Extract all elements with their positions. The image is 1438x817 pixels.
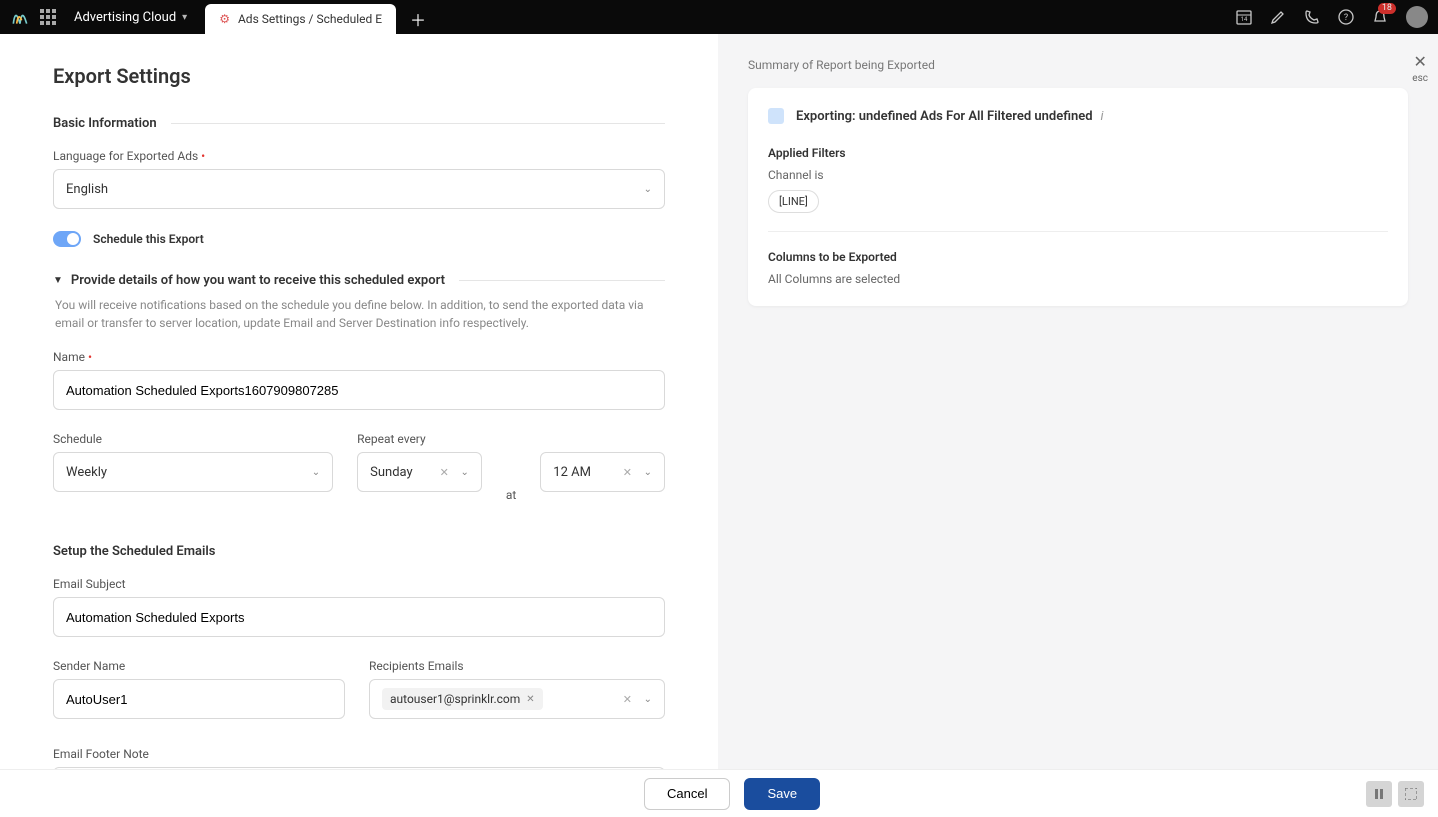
chevron-down-icon: ⌄ bbox=[644, 694, 652, 705]
topbar-right: 14 ? 18 bbox=[1236, 6, 1428, 28]
schedule-label: Schedule bbox=[53, 432, 333, 446]
save-button[interactable]: Save bbox=[744, 778, 820, 810]
apps-grid-icon[interactable] bbox=[40, 9, 56, 25]
chevron-down-icon: ▾ bbox=[182, 12, 187, 23]
repeat-day-select[interactable]: Sunday ✕ ⌄ bbox=[357, 452, 482, 492]
language-select[interactable]: English ⌄ bbox=[53, 169, 665, 209]
recipient-chip: autouser1@sprinklr.com ✕ bbox=[382, 688, 543, 710]
repeat-time-spacer bbox=[540, 432, 665, 446]
filter-chip-channel: [LINE] bbox=[768, 190, 819, 213]
platform-dropdown-label: Advertising Cloud bbox=[74, 10, 176, 25]
name-label: Name bbox=[53, 350, 665, 364]
notification-badge: 18 bbox=[1378, 3, 1396, 14]
divider bbox=[768, 231, 1388, 232]
screenshot-icon[interactable] bbox=[1398, 781, 1424, 807]
chevron-down-icon: ⌄ bbox=[644, 467, 652, 478]
chevron-down-icon: ⌄ bbox=[460, 467, 468, 478]
section-scheduled-emails: Setup the Scheduled Emails bbox=[53, 544, 665, 559]
svg-text:?: ? bbox=[1344, 13, 1348, 23]
footer: Cancel Save bbox=[0, 769, 1438, 817]
email-subject-input[interactable] bbox=[53, 597, 665, 637]
schedule-value: Weekly bbox=[66, 465, 107, 480]
section-basic-info: Basic Information bbox=[53, 116, 665, 131]
name-input[interactable] bbox=[53, 370, 665, 410]
schedule-details-header[interactable]: ▼ Provide details of how you want to rec… bbox=[53, 273, 665, 288]
language-value: English bbox=[66, 182, 108, 197]
user-avatar[interactable] bbox=[1406, 6, 1428, 28]
repeat-label: Repeat every bbox=[357, 432, 482, 446]
notifications-icon[interactable]: 18 bbox=[1372, 9, 1388, 25]
edit-icon[interactable] bbox=[1270, 9, 1286, 25]
close-esc-label: esc bbox=[1412, 73, 1428, 84]
caret-down-icon: ▼ bbox=[53, 275, 63, 286]
clear-icon[interactable]: ✕ bbox=[440, 466, 449, 479]
language-label: Language for Exported Ads bbox=[53, 149, 665, 163]
gear-icon: ⚙ bbox=[219, 12, 230, 26]
calendar-icon[interactable]: 14 bbox=[1236, 9, 1252, 25]
summary-panel: ✕ esc Summary of Report being Exported E… bbox=[718, 34, 1438, 769]
schedule-select[interactable]: Weekly ⌄ bbox=[53, 452, 333, 492]
footer-note-label: Email Footer Note bbox=[53, 747, 665, 761]
svg-text:14: 14 bbox=[1241, 16, 1248, 23]
sender-name-input[interactable] bbox=[53, 679, 345, 719]
columns-text: All Columns are selected bbox=[768, 272, 1388, 286]
topbar: Advertising Cloud ▾ ⚙ Ads Settings / Sch… bbox=[0, 0, 1438, 34]
cancel-button[interactable]: Cancel bbox=[644, 778, 730, 810]
platform-dropdown[interactable]: Advertising Cloud ▾ bbox=[74, 10, 187, 25]
help-icon[interactable]: ? bbox=[1338, 9, 1354, 25]
exporting-text: Exporting: undefined Ads For All Filtere… bbox=[796, 109, 1093, 124]
export-settings-panel: Export Settings Basic Information Langua… bbox=[0, 34, 718, 769]
tab-ads-settings[interactable]: ⚙ Ads Settings / Scheduled E bbox=[205, 4, 396, 34]
phone-icon[interactable] bbox=[1304, 9, 1320, 25]
repeat-time-value: 12 AM bbox=[553, 465, 591, 480]
applied-filters-heading: Applied Filters bbox=[768, 146, 1388, 160]
repeat-time-select[interactable]: 12 AM ✕ ⌄ bbox=[540, 452, 665, 492]
repeat-day-value: Sunday bbox=[370, 465, 413, 480]
recipient-email: autouser1@sprinklr.com bbox=[390, 692, 520, 706]
info-icon[interactable]: i bbox=[1101, 109, 1104, 124]
app-logo bbox=[10, 7, 30, 27]
close-icon: ✕ bbox=[1413, 52, 1426, 71]
chevron-down-icon: ⌄ bbox=[312, 467, 320, 478]
tab-label: Ads Settings / Scheduled E bbox=[238, 12, 382, 26]
schedule-export-toggle-label: Schedule this Export bbox=[93, 232, 204, 246]
schedule-details-desc: You will receive notifications based on … bbox=[53, 296, 665, 332]
add-tab-button[interactable]: ＋ bbox=[402, 4, 434, 34]
tabs: ⚙ Ads Settings / Scheduled E ＋ bbox=[205, 0, 434, 34]
sender-name-label: Sender Name bbox=[53, 659, 345, 673]
export-box-icon bbox=[768, 108, 784, 124]
clear-icon[interactable]: ✕ bbox=[623, 693, 632, 706]
exporting-heading: Exporting: undefined Ads For All Filtere… bbox=[768, 108, 1388, 124]
close-button[interactable]: ✕ esc bbox=[1412, 52, 1428, 84]
remove-chip-icon[interactable]: ✕ bbox=[526, 694, 534, 705]
columns-heading: Columns to be Exported bbox=[768, 250, 1388, 264]
email-subject-label: Email Subject bbox=[53, 577, 665, 591]
at-label: at bbox=[506, 488, 516, 514]
schedule-details-heading: Provide details of how you want to recei… bbox=[71, 273, 445, 288]
pause-icon[interactable] bbox=[1366, 781, 1392, 807]
filter-channel-label: Channel is bbox=[768, 168, 1388, 182]
chevron-down-icon: ⌄ bbox=[644, 184, 652, 195]
summary-title: Summary of Report being Exported bbox=[748, 58, 1408, 72]
recipients-select[interactable]: autouser1@sprinklr.com ✕ ✕ ⌄ bbox=[369, 679, 665, 719]
summary-box: Exporting: undefined Ads For All Filtere… bbox=[748, 88, 1408, 306]
recipients-label: Recipients Emails bbox=[369, 659, 665, 673]
page-title: Export Settings bbox=[53, 64, 665, 88]
schedule-export-toggle[interactable] bbox=[53, 231, 81, 247]
clear-icon[interactable]: ✕ bbox=[623, 466, 632, 479]
